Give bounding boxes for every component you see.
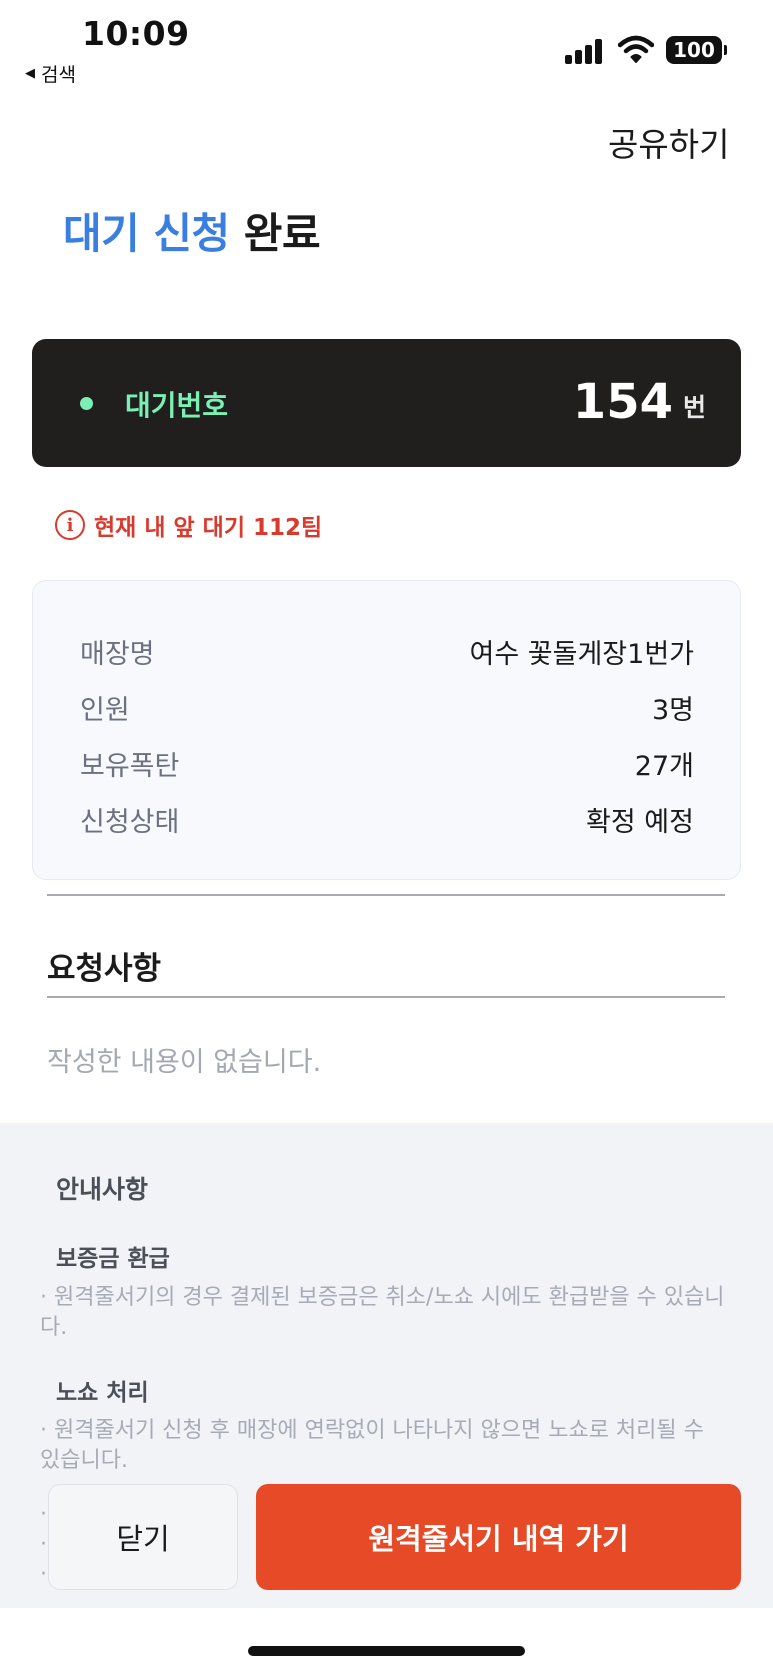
wait-number-value: 154 [572,374,673,430]
detail-key: 인원 [80,695,130,726]
notice-bullet: · [40,1532,47,1557]
back-label: 검색 [41,64,76,86]
notice-bullet: · [40,1562,47,1587]
detail-value: 3명 [651,695,694,726]
page-title: 대기 신청 완료 [63,200,321,261]
request-title: 요청사항 [47,951,162,987]
detail-key: 매장명 [80,639,155,670]
notice-bullet: · [40,1502,47,1527]
close-button[interactable]: 닫기 [48,1484,238,1590]
divider [47,894,725,896]
title-rest: 완료 [229,209,321,258]
back-arrow-icon: ◀ [25,66,35,81]
detail-value: 확정 예정 [586,807,694,838]
notice-heading-deposit: 보증금 환급 [56,1246,170,1272]
status-time: 10:09 [82,14,190,53]
status-bar: 10:09 ◀ 검색 100 [0,0,773,90]
notice-body-noshow: · 원격줄서기 신청 후 매장에 연락없이 나타나지 않으면 노쇼로 처리될 수… [40,1418,704,1473]
cellular-signal-icon [565,38,605,64]
notice-title: 안내사항 [56,1175,149,1204]
go-to-remote-queue-history-button[interactable]: 원격줄서기 내역 가기 [256,1484,741,1590]
wait-number-unit: 번 [683,393,707,422]
teams-ahead-notice: i 현재 내 앞 대기 112팀 [55,508,322,542]
home-indicator [248,1646,525,1656]
info-icon: i [55,510,85,540]
wifi-icon [618,35,654,63]
detail-value: 27개 [634,751,694,782]
request-empty-text: 작성한 내용이 없습니다. [47,1047,322,1078]
detail-row-store: 매장명 여수 꽃돌게장1번가 [80,632,694,671]
battery-icon: 100 [666,36,727,64]
battery-level: 100 [673,38,715,62]
wait-number-label: 대기번호 [125,389,229,422]
share-button[interactable]: 공유하기 [608,118,729,166]
teams-ahead-text: 현재 내 앞 대기 112팀 [94,515,323,541]
detail-row-status: 신청상태 확정 예정 [80,800,694,839]
divider [47,996,725,998]
notice-heading-noshow: 노쇼 처리 [56,1380,149,1406]
detail-key: 보유폭탄 [80,751,180,782]
detail-row-party-size: 인원 3명 [80,688,694,727]
title-highlight: 대기 신청 [63,209,230,258]
notice-body-deposit: · 원격줄서기의 경우 결제된 보증금은 취소/노쇼 시에도 환급받을 수 있습… [40,1285,725,1340]
detail-row-bombs: 보유폭탄 27개 [80,744,694,783]
detail-key: 신청상태 [80,807,180,838]
detail-value: 여수 꽃돌게장1번가 [469,639,694,670]
wait-dot-icon [80,397,93,410]
back-to-search-link[interactable]: ◀ 검색 [25,60,76,87]
